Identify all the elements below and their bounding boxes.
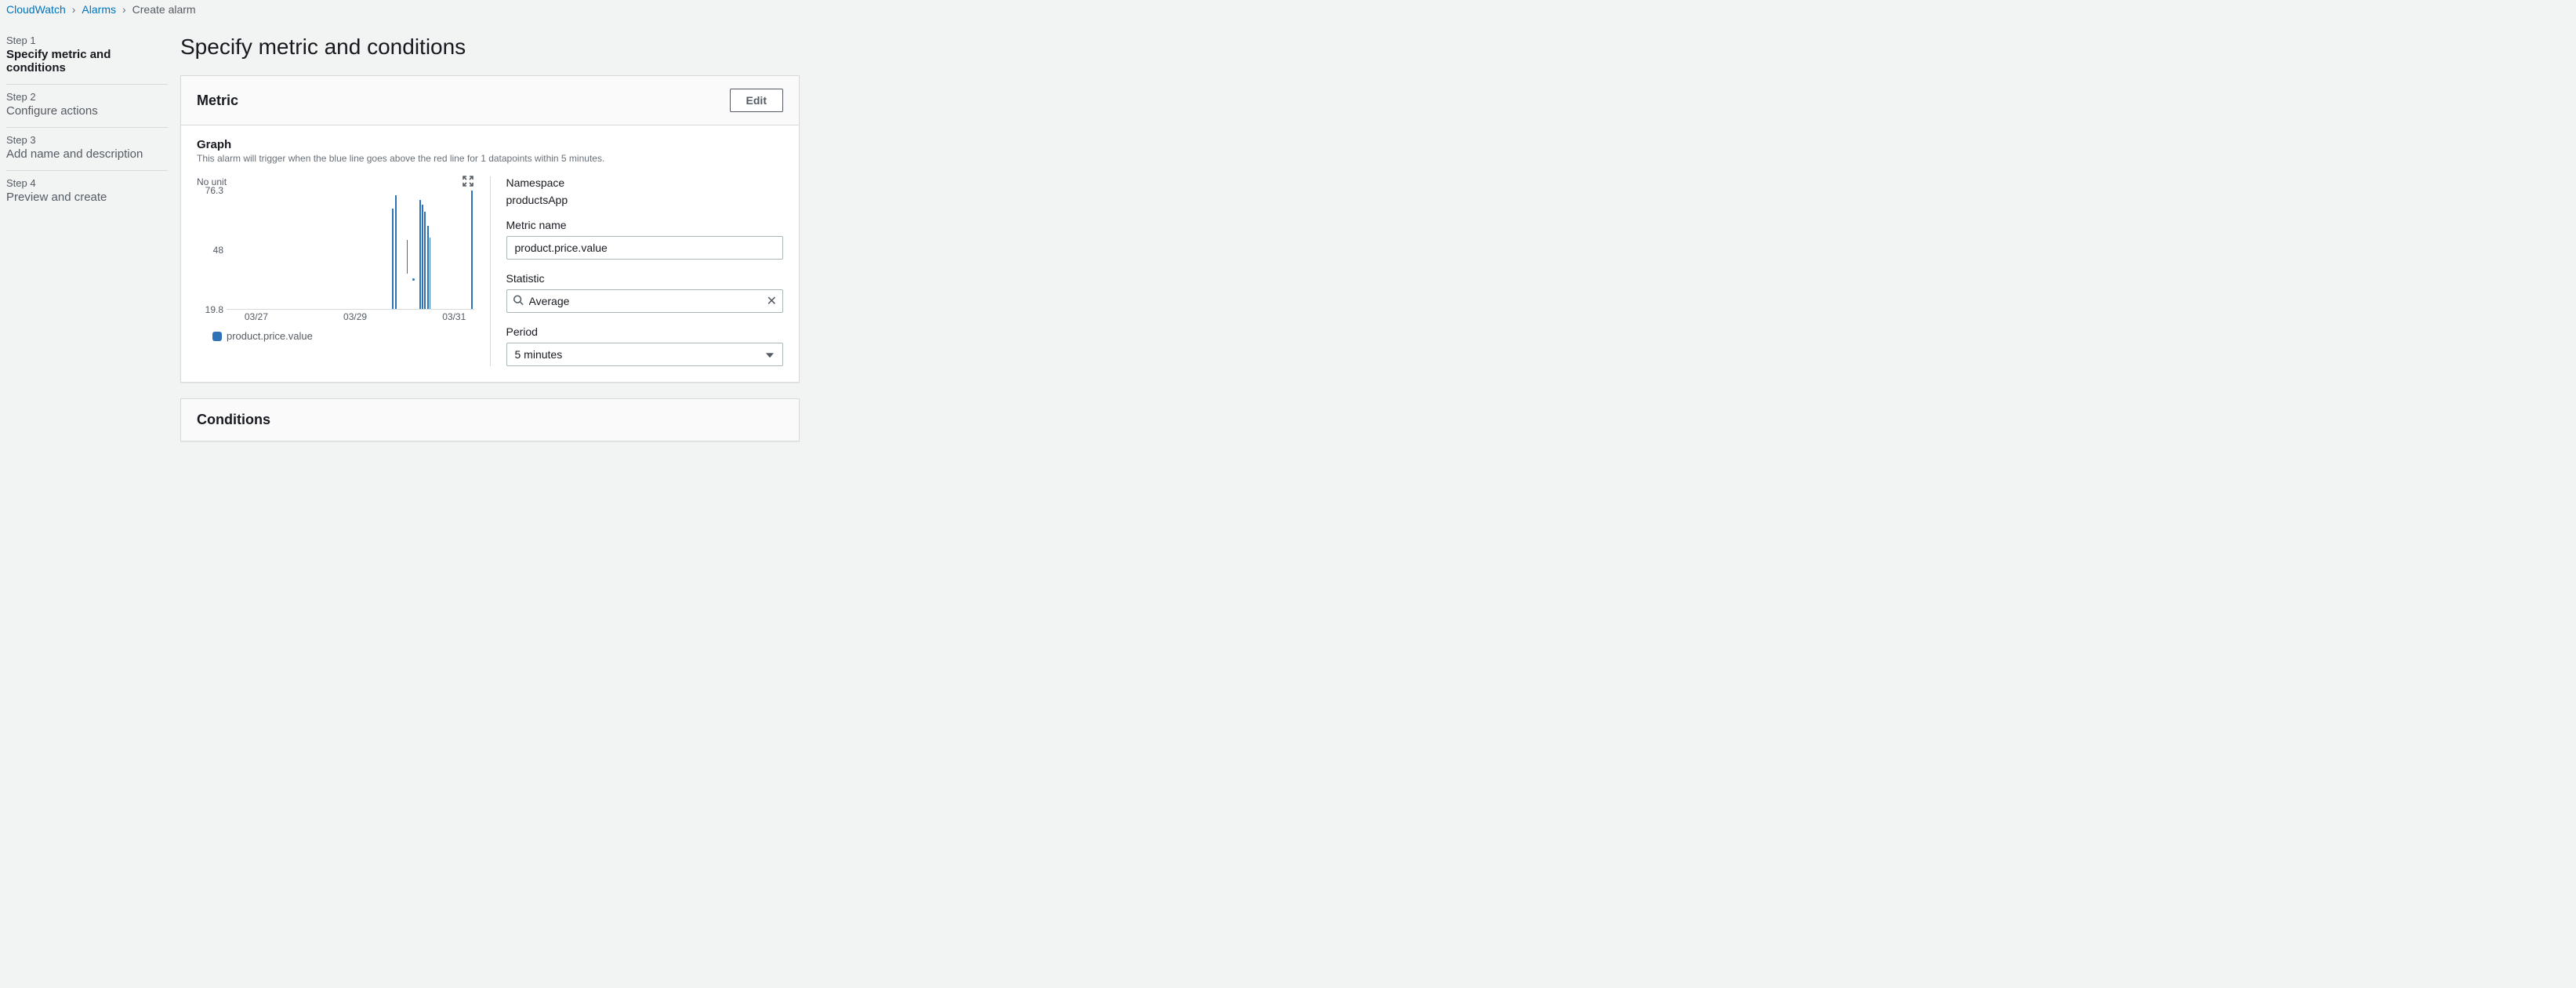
step-title: Preview and create — [6, 191, 168, 204]
statistic-input[interactable] — [506, 289, 784, 313]
y-tick: 76.3 — [205, 185, 223, 196]
x-tick: 03/27 — [245, 311, 268, 322]
step-title: Configure actions — [6, 104, 168, 118]
step-title: Add name and description — [6, 147, 168, 161]
breadcrumb-current: Create alarm — [132, 3, 196, 16]
graph-title: Graph — [197, 138, 783, 151]
metric-name-input[interactable] — [506, 236, 784, 260]
statistic-label: Statistic — [506, 272, 784, 285]
graph-description: This alarm will trigger when the blue li… — [197, 153, 783, 164]
chevron-right-icon: › — [72, 3, 76, 16]
step-number: Step 3 — [6, 134, 168, 146]
breadcrumb-alarms[interactable]: Alarms — [82, 3, 116, 16]
y-tick: 48 — [213, 245, 223, 256]
conditions-panel-header: Conditions — [197, 412, 270, 428]
metric-panel-header: Metric — [197, 93, 238, 109]
y-axis: 76.3 48 19.8 — [197, 191, 227, 310]
breadcrumb-cloudwatch[interactable]: CloudWatch — [6, 3, 66, 16]
wizard-steps: Step 1 Specify metric and conditions Ste… — [0, 28, 180, 457]
metric-panel: Metric Edit Graph This alarm will trigge… — [180, 75, 800, 383]
x-axis: 03/27 03/29 03/31 — [227, 311, 474, 324]
wizard-step-3[interactable]: Step 3 Add name and description — [6, 128, 168, 171]
y-tick: 19.8 — [205, 304, 223, 315]
namespace-label: Namespace — [506, 176, 784, 189]
metric-name-label: Metric name — [506, 219, 784, 231]
step-number: Step 2 — [6, 91, 168, 103]
legend-label: product.price.value — [227, 330, 313, 342]
page-title: Specify metric and conditions — [180, 28, 800, 75]
y-unit-label: No unit — [197, 176, 474, 187]
chart-legend: product.price.value — [197, 330, 474, 342]
wizard-step-2[interactable]: Step 2 Configure actions — [6, 85, 168, 128]
edit-button[interactable]: Edit — [730, 89, 783, 112]
namespace-value: productsApp — [506, 194, 784, 206]
step-number: Step 1 — [6, 35, 168, 46]
period-label: Period — [506, 325, 784, 338]
step-title: Specify metric and conditions — [6, 48, 168, 74]
period-select[interactable] — [506, 343, 784, 366]
conditions-panel: Conditions — [180, 398, 800, 441]
x-tick: 03/31 — [442, 311, 466, 322]
breadcrumb: CloudWatch › Alarms › Create alarm — [0, 0, 2576, 22]
wizard-step-1[interactable]: Step 1 Specify metric and conditions — [6, 28, 168, 85]
wizard-step-4[interactable]: Step 4 Preview and create — [6, 171, 168, 213]
plot-area — [227, 191, 474, 310]
legend-swatch-icon — [212, 332, 222, 341]
search-icon — [513, 295, 524, 308]
x-tick: 03/29 — [343, 311, 367, 322]
chevron-right-icon: › — [122, 3, 126, 16]
metric-chart[interactable]: 76.3 48 19.8 — [197, 191, 474, 324]
step-number: Step 4 — [6, 177, 168, 189]
clear-icon[interactable]: ✕ — [767, 293, 777, 309]
expand-icon[interactable] — [462, 175, 474, 190]
